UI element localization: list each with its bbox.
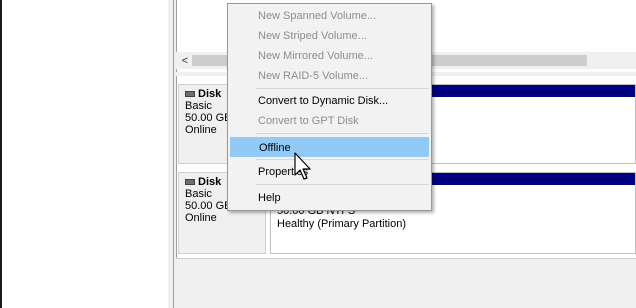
scroll-left-arrow[interactable]: <: [178, 54, 192, 67]
menu-separator: [256, 133, 429, 134]
disk-1-name: Disk: [198, 88, 222, 100]
menu-item-new-spanned-volume[interactable]: New Spanned Volume...: [230, 6, 429, 26]
menu-item-help[interactable]: Help: [230, 188, 429, 208]
disk-icon: [185, 91, 195, 97]
volume-health: Healthy (Primary Partition): [277, 218, 406, 230]
menu-separator: [256, 184, 429, 185]
menu-item-new-striped-volume[interactable]: New Striped Volume...: [230, 26, 429, 46]
menu-separator: [256, 88, 429, 89]
disk-icon: [185, 179, 195, 185]
disk-2-status: Online: [185, 212, 217, 224]
menu-item-new-raid5-volume[interactable]: New RAID-5 Volume...: [230, 66, 429, 86]
menu-separator: [256, 159, 429, 160]
mouse-pointer-icon: [294, 152, 311, 180]
menu-item-convert-to-gpt-disk[interactable]: Convert to GPT Disk: [230, 111, 429, 131]
menu-item-properties[interactable]: Properties: [230, 162, 429, 182]
disk-2-name: Disk: [198, 176, 222, 188]
menu-item-convert-to-dynamic-disk[interactable]: Convert to Dynamic Disk...: [230, 91, 429, 111]
menu-item-offline[interactable]: Offline: [230, 137, 429, 157]
desktop-background: [0, 0, 168, 308]
left-window-edge: [0, 0, 2, 308]
menu-item-new-mirrored-volume[interactable]: New Mirrored Volume...: [230, 46, 429, 66]
bottom-area: [176, 258, 636, 308]
context-menu: New Spanned Volume... New Striped Volume…: [227, 3, 432, 211]
